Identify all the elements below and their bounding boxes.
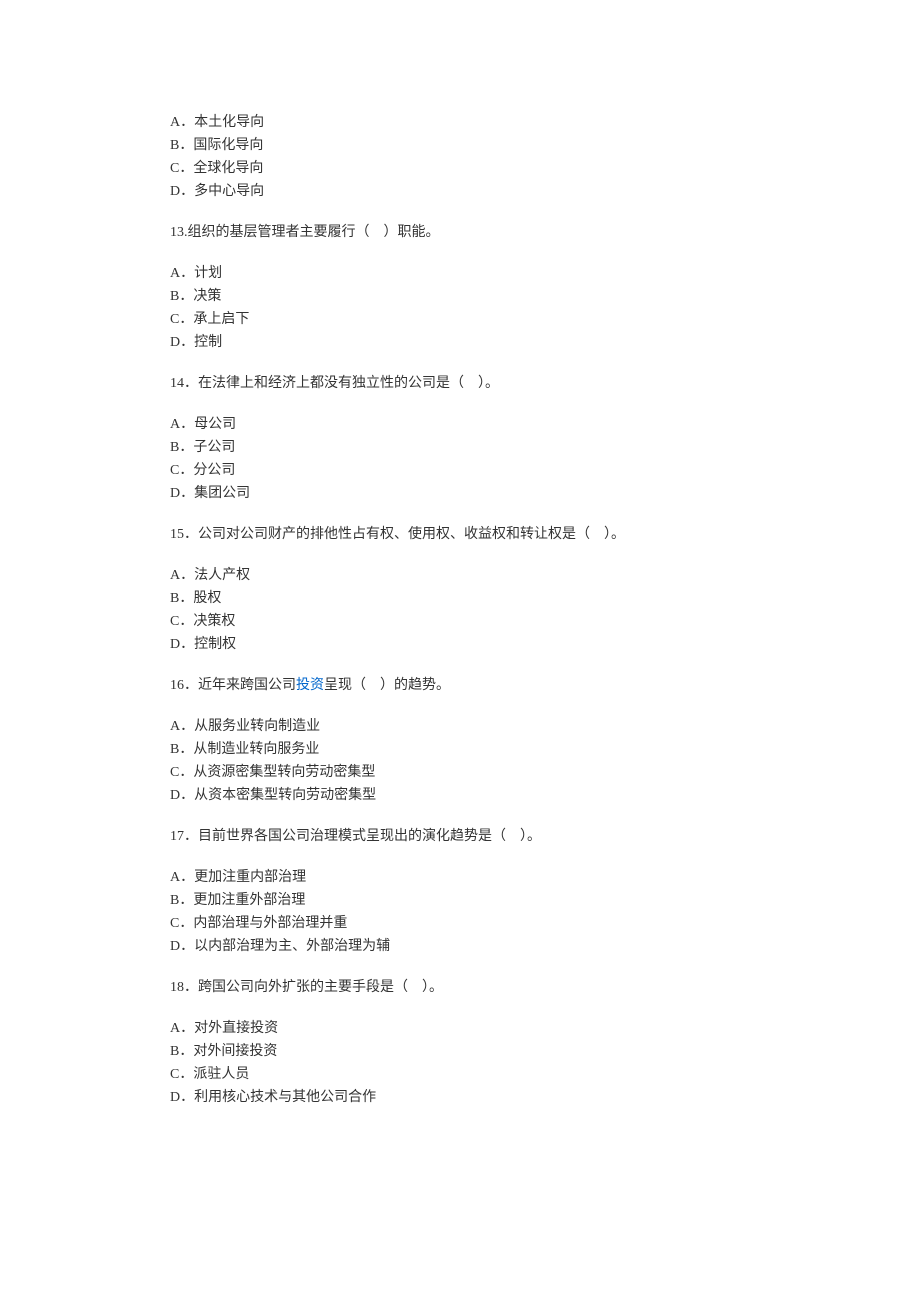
- option-b: B．国际化导向: [170, 135, 750, 156]
- option-b: B．从制造业转向服务业: [170, 739, 750, 760]
- option-c: C．全球化导向: [170, 158, 750, 179]
- option-b: B．股权: [170, 588, 750, 609]
- question-16-text-before: 16．近年来跨国公司: [170, 678, 296, 693]
- option-a: A．计划: [170, 263, 750, 284]
- question-16-text: 16．近年来跨国公司投资呈现（ ）的趋势。: [170, 675, 750, 696]
- option-b: B．子公司: [170, 437, 750, 458]
- question-12-options: A．本土化导向 B．国际化导向 C．全球化导向 D．多中心导向: [170, 112, 750, 202]
- option-d: D．从资本密集型转向劳动密集型: [170, 785, 750, 806]
- question-13-options: A．计划 B．决策 C．承上启下 D．控制: [170, 263, 750, 353]
- question-14-text: 14．在法律上和经济上都没有独立性的公司是（ ）。: [170, 373, 750, 394]
- question-18-text: 18．跨国公司向外扩张的主要手段是（ ）。: [170, 977, 750, 998]
- question-18-options: A．对外直接投资 B．对外间接投资 C．派驻人员 D．利用核心技术与其他公司合作: [170, 1018, 750, 1108]
- option-d: D．多中心导向: [170, 181, 750, 202]
- question-13-text: 13.组织的基层管理者主要履行（ ）职能。: [170, 222, 750, 243]
- question-16-text-after: 呈现（ ）的趋势。: [324, 678, 450, 693]
- option-d: D．利用核心技术与其他公司合作: [170, 1087, 750, 1108]
- option-b: B．对外间接投资: [170, 1041, 750, 1062]
- option-d: D．控制权: [170, 634, 750, 655]
- option-d: D．集团公司: [170, 483, 750, 504]
- question-14-options: A．母公司 B．子公司 C．分公司 D．集团公司: [170, 414, 750, 504]
- question-16-options: A．从服务业转向制造业 B．从制造业转向服务业 C．从资源密集型转向劳动密集型 …: [170, 716, 750, 806]
- option-c: C．决策权: [170, 611, 750, 632]
- option-d: D．以内部治理为主、外部治理为辅: [170, 936, 750, 957]
- option-c: C．分公司: [170, 460, 750, 481]
- document-page: A．本土化导向 B．国际化导向 C．全球化导向 D．多中心导向 13.组织的基层…: [0, 0, 920, 1188]
- question-15-options: A．法人产权 B．股权 C．决策权 D．控制权: [170, 565, 750, 655]
- option-c: C．内部治理与外部治理并重: [170, 913, 750, 934]
- question-17-text: 17．目前世界各国公司治理模式呈现出的演化趋势是（ ）。: [170, 826, 750, 847]
- option-a: A．更加注重内部治理: [170, 867, 750, 888]
- option-c: C．承上启下: [170, 309, 750, 330]
- question-17-options: A．更加注重内部治理 B．更加注重外部治理 C．内部治理与外部治理并重 D．以内…: [170, 867, 750, 957]
- investment-link[interactable]: 投资: [296, 678, 324, 693]
- option-a: A．母公司: [170, 414, 750, 435]
- option-c: C．从资源密集型转向劳动密集型: [170, 762, 750, 783]
- option-d: D．控制: [170, 332, 750, 353]
- option-a: A．对外直接投资: [170, 1018, 750, 1039]
- option-a: A．法人产权: [170, 565, 750, 586]
- option-c: C．派驻人员: [170, 1064, 750, 1085]
- option-a: A．本土化导向: [170, 112, 750, 133]
- option-b: B．更加注重外部治理: [170, 890, 750, 911]
- question-15-text: 15．公司对公司财产的排他性占有权、使用权、收益权和转让权是（ ）。: [170, 524, 750, 545]
- option-a: A．从服务业转向制造业: [170, 716, 750, 737]
- option-b: B．决策: [170, 286, 750, 307]
